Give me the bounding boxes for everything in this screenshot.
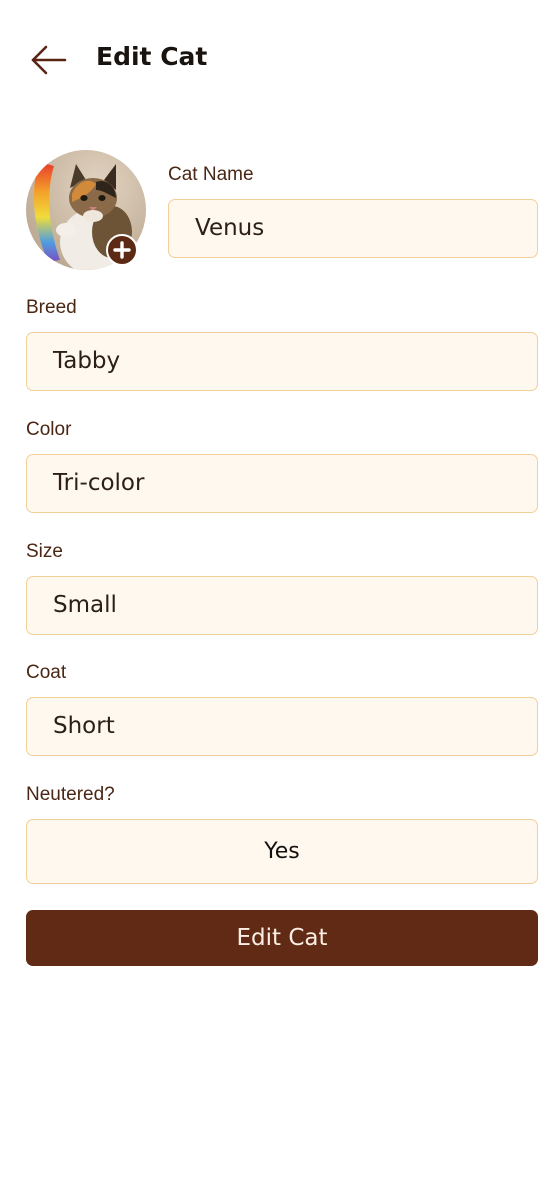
breed-label: Breed [26, 297, 77, 318]
breed-input[interactable]: Tabby [26, 332, 538, 391]
edit-cat-button[interactable]: Edit Cat [26, 910, 538, 966]
neutered-label: Neutered? [26, 784, 115, 805]
cat-photo[interactable] [26, 150, 146, 270]
app-header: Edit Cat [0, 0, 558, 115]
neutered-toggle[interactable]: Yes [26, 819, 538, 884]
cat-name-input[interactable]: Venus [168, 199, 538, 258]
coat-input[interactable]: Short [26, 697, 538, 756]
color-label: Color [26, 419, 72, 440]
page-title: Edit Cat [96, 42, 208, 71]
size-input[interactable]: Small [26, 576, 538, 635]
plus-icon [113, 241, 131, 259]
coat-label: Coat [26, 662, 67, 683]
cat-name-label: Cat Name [168, 164, 254, 185]
arrow-left-icon [31, 45, 67, 75]
size-label: Size [26, 541, 63, 562]
color-input[interactable]: Tri-color [26, 454, 538, 513]
back-button[interactable] [28, 40, 70, 80]
add-photo-button[interactable] [106, 234, 138, 266]
